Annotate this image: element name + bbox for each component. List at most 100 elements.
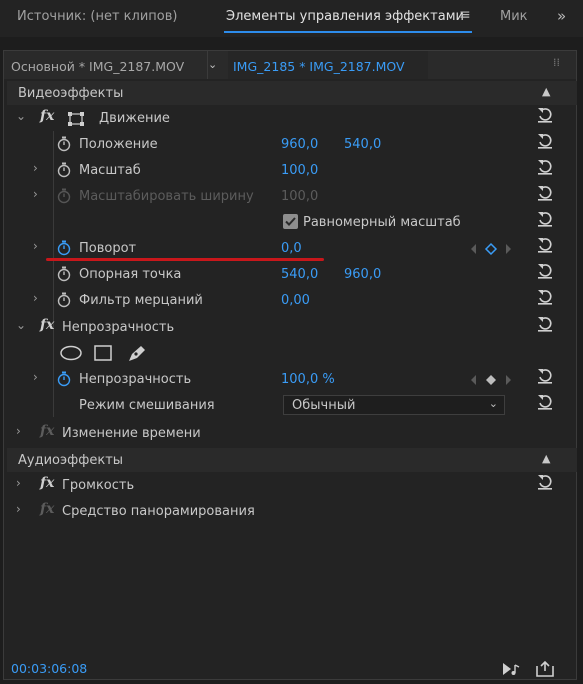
- chevron-right-icon[interactable]: ›: [16, 476, 21, 490]
- param-scale-width: › Масштабировать ширину 100,0: [7, 184, 577, 210]
- stopwatch-icon[interactable]: [57, 292, 71, 308]
- param-label: Непрозрачность: [79, 372, 192, 387]
- chevron-down-icon[interactable]: ⌄: [16, 318, 26, 332]
- panel-menu-icon[interactable]: ≡: [459, 7, 471, 23]
- panel-tab-bar: Источник: (нет клипов) Элементы управлен…: [0, 0, 583, 37]
- param-label: Масштаб: [79, 163, 141, 178]
- reset-icon[interactable]: [537, 211, 553, 227]
- scale-value[interactable]: 100,0: [281, 163, 318, 178]
- effect-time-remapping[interactable]: › fx Изменение времени: [7, 421, 577, 447]
- param-uniform-scale: Равномерный масштаб: [7, 210, 577, 236]
- checkmark-icon: [285, 217, 296, 226]
- export-icon[interactable]: [535, 660, 555, 678]
- param-opacity: › Непрозрачность 100,0 %: [7, 367, 577, 393]
- reset-icon[interactable]: [537, 237, 553, 253]
- flicker-value[interactable]: 0,00: [281, 293, 310, 308]
- effect-opacity[interactable]: ⌄ fx Непрозрачность: [7, 315, 577, 341]
- effect-label: Средство панорамирования: [62, 504, 255, 519]
- annotation-underline: [46, 258, 324, 261]
- pen-mask-icon[interactable]: [126, 343, 148, 363]
- position-y-value[interactable]: 540,0: [344, 137, 381, 152]
- active-tab-indicator: [224, 31, 472, 33]
- playhead-timecode[interactable]: 00:03:06:08: [11, 661, 87, 676]
- param-label: Фильтр мерцаний: [79, 293, 203, 308]
- keyframe-navigator[interactable]: [469, 242, 529, 256]
- fx-icon[interactable]: fx: [40, 317, 54, 333]
- mask-tools: [7, 341, 577, 367]
- opacity-value[interactable]: 100,0 %: [281, 372, 335, 387]
- transform-icon[interactable]: [67, 111, 85, 127]
- stopwatch-icon[interactable]: [57, 240, 71, 256]
- param-anchor-point: Опорная точка 540,0 960,0: [7, 262, 577, 288]
- audio-effects-header[interactable]: Аудиоэффекты ▲: [7, 448, 577, 472]
- effect-volume[interactable]: › fx Громкость: [7, 473, 577, 499]
- collapse-up-icon[interactable]: ▲: [542, 85, 550, 98]
- ellipse-mask-icon[interactable]: [59, 344, 83, 362]
- param-label: Поворот: [79, 241, 137, 256]
- uniform-scale-checkbox[interactable]: [283, 214, 298, 229]
- effect-motion[interactable]: ⌄ fx Движение: [7, 106, 577, 132]
- stopwatch-icon[interactable]: [57, 266, 71, 282]
- section-label: Аудиоэффекты: [18, 453, 124, 468]
- chevron-right-icon[interactable]: ›: [33, 187, 38, 201]
- video-effects-header[interactable]: Видеоэффекты ▲: [7, 81, 577, 105]
- reset-icon[interactable]: [537, 394, 553, 410]
- stopwatch-icon[interactable]: [57, 371, 71, 387]
- grip-icon[interactable]: ⁞⁞: [553, 56, 560, 69]
- rotation-value[interactable]: 0,0: [281, 241, 302, 256]
- sequence-clip-label: IMG_2185 * IMG_2187.MOV: [233, 59, 405, 74]
- fx-icon: fx: [40, 423, 55, 439]
- param-blend-mode: Режим смешивания Обычный ⌄: [7, 393, 577, 419]
- effect-label: Непрозрачность: [62, 320, 175, 335]
- chevron-down-icon: ⌄: [488, 397, 498, 410]
- fx-icon[interactable]: fx: [40, 108, 54, 124]
- reset-icon[interactable]: [537, 263, 553, 279]
- param-label: Масштабировать ширину: [79, 189, 254, 204]
- stopwatch-icon[interactable]: [57, 162, 71, 178]
- play-audio-icon[interactable]: [501, 661, 521, 677]
- tab-effect-controls[interactable]: Элементы управления эффектами: [226, 9, 464, 24]
- reset-icon[interactable]: [537, 159, 553, 175]
- rectangle-mask-icon[interactable]: [93, 344, 113, 362]
- param-scale: › Масштаб 100,0: [7, 158, 577, 184]
- chevron-right-icon[interactable]: ›: [33, 291, 38, 305]
- param-label: Опорная точка: [79, 267, 182, 282]
- chevron-right-icon[interactable]: ›: [16, 424, 21, 438]
- param-flicker: › Фильтр мерцаний 0,00: [7, 288, 577, 314]
- tab-source[interactable]: Источник: (нет клипов): [17, 9, 177, 24]
- anchor-x-value[interactable]: 540,0: [281, 267, 318, 282]
- reset-icon[interactable]: [537, 185, 553, 201]
- effect-label: Изменение времени: [62, 426, 201, 441]
- fx-icon[interactable]: fx: [40, 475, 54, 491]
- stopwatch-icon[interactable]: [57, 136, 71, 152]
- chevron-down-icon[interactable]: ⌄: [16, 109, 26, 123]
- param-label: Положение: [79, 137, 158, 152]
- chevron-right-icon[interactable]: ›: [16, 502, 21, 516]
- param-position: Положение 960,0 540,0: [7, 132, 577, 158]
- reset-icon[interactable]: [537, 107, 553, 123]
- checkbox-label: Равномерный масштаб: [303, 215, 461, 230]
- tab-overflow-icon[interactable]: »: [557, 7, 566, 25]
- anchor-y-value[interactable]: 960,0: [344, 267, 381, 282]
- position-x-value[interactable]: 960,0: [281, 137, 318, 152]
- sequence-clip-tab[interactable]: IMG_2185 * IMG_2187.MOV: [228, 51, 428, 79]
- reset-icon[interactable]: [537, 133, 553, 149]
- reset-icon[interactable]: [537, 289, 553, 305]
- keyframe-navigator[interactable]: [469, 373, 529, 387]
- chevron-right-icon[interactable]: ›: [33, 161, 38, 175]
- param-label: Режим смешивания: [79, 398, 215, 413]
- blend-mode-select[interactable]: Обычный ⌄: [283, 395, 505, 415]
- chevron-right-icon[interactable]: ›: [33, 239, 38, 253]
- effect-label: Громкость: [62, 478, 135, 493]
- section-label: Видеоэффекты: [18, 86, 124, 101]
- chevron-right-icon[interactable]: ›: [33, 370, 38, 384]
- effect-controls-panel: Основной * IMG_2187.MOV ⌄ IMG_2185 * IMG…: [3, 50, 577, 680]
- tab-audio-mixer[interactable]: Мик: [500, 9, 528, 24]
- reset-icon[interactable]: [537, 316, 553, 332]
- master-clip-tab[interactable]: Основной * IMG_2187.MOV: [11, 59, 184, 74]
- collapse-up-icon[interactable]: ▲: [542, 452, 550, 465]
- effect-panner[interactable]: › fx Средство панорамирования: [7, 499, 577, 525]
- reset-icon[interactable]: [537, 368, 553, 384]
- chevron-down-icon[interactable]: ⌄: [208, 58, 217, 71]
- reset-icon[interactable]: [537, 474, 553, 490]
